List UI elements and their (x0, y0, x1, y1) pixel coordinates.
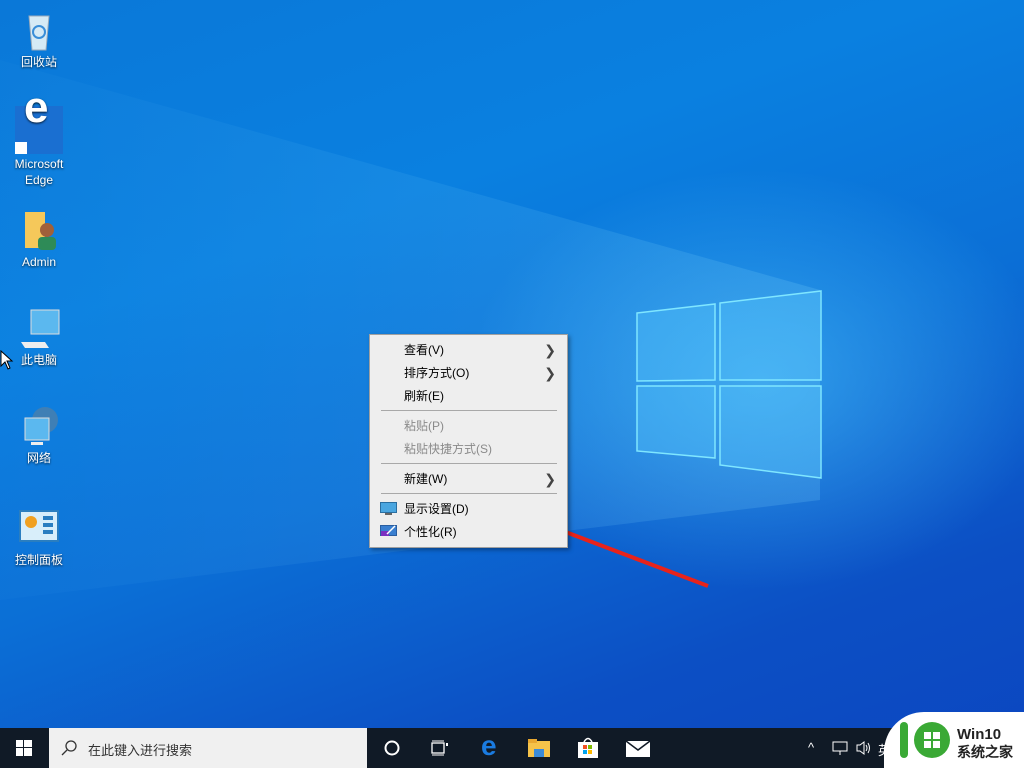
search-placeholder: 在此键入进行搜索 (88, 743, 193, 758)
desktop-icon-label: 此电脑 (20, 353, 57, 367)
menu-item-paste[interactable]: 粘贴(P) (371, 415, 566, 437)
desktop-icon-label: 控制面板 (14, 553, 63, 567)
file-explorer-icon (528, 739, 550, 757)
desktop-icon-label: Edge (24, 173, 54, 187)
desktop-icon-network[interactable]: 网络 (4, 404, 74, 466)
menu-separator (381, 493, 557, 494)
taskbar-mail-button[interactable] (614, 728, 662, 768)
search-icon (61, 740, 77, 756)
watermark-subtitle: 系统之家 (957, 744, 1013, 760)
cortana-button[interactable] (368, 728, 416, 768)
menu-separator (381, 410, 557, 411)
display-icon (380, 502, 397, 515)
control-panel-icon (17, 506, 61, 550)
volume-tray-icon[interactable] (856, 740, 872, 756)
menu-item-sort-by[interactable]: 排序方式(O) ❯ (371, 362, 566, 384)
menu-item-display-settings[interactable]: 显示设置(D) (371, 498, 566, 520)
menu-item-personalize[interactable]: 个性化(R) (371, 521, 566, 543)
chevron-right-icon: ❯ (544, 342, 556, 358)
desktop-icon-admin[interactable]: Admin (4, 208, 74, 270)
this-pc-icon (17, 306, 61, 350)
menu-item-view[interactable]: 查看(V) ❯ (371, 339, 566, 361)
windows-start-icon (16, 740, 32, 756)
taskbar-edge-button[interactable]: e (466, 728, 514, 768)
desktop-context-menu: 查看(V) ❯ 排序方式(O) ❯ 刷新(E) 粘贴(P) 粘贴快捷方式(S) … (369, 334, 568, 548)
task-view-icon (431, 740, 448, 756)
menu-item-new[interactable]: 新建(W) ❯ (371, 468, 566, 490)
menu-item-paste-shortcut[interactable]: 粘贴快捷方式(S) (371, 438, 566, 460)
edge-icon: e (15, 86, 63, 154)
desktop-icon-label: Admin (21, 255, 56, 269)
network-tray-icon[interactable] (832, 740, 848, 756)
desktop-icon-label: Microsoft (14, 157, 64, 171)
personalize-icon (380, 525, 397, 536)
mouse-cursor-icon (0, 350, 14, 370)
taskbar-store-button[interactable] (564, 728, 612, 768)
menu-item-refresh[interactable]: 刷新(E) (371, 385, 566, 407)
task-view-button[interactable] (416, 728, 464, 768)
chevron-right-icon: ❯ (544, 365, 556, 381)
windows-logo-wallpaper (636, 290, 822, 479)
desktop-icon-control-panel[interactable]: 控制面板 (4, 506, 74, 568)
start-button[interactable] (0, 728, 48, 768)
desktop-icon-label: 网络 (26, 451, 51, 465)
recycle-bin-icon (17, 8, 61, 52)
network-icon (17, 404, 61, 448)
user-folder-icon (17, 208, 61, 252)
cortana-circle-icon (384, 740, 400, 756)
taskbar: 在此键入进行搜索 e ^ 英 (0, 728, 1024, 768)
taskbar-file-explorer-button[interactable] (515, 728, 563, 768)
edge-icon: e (481, 730, 497, 761)
menu-separator (381, 463, 557, 464)
watermark-title: Win10 (957, 726, 1002, 743)
tray-chevron-up-icon[interactable]: ^ (808, 740, 814, 755)
taskbar-search-box[interactable]: 在此键入进行搜索 (49, 728, 367, 768)
desktop-icon-label: 回收站 (20, 55, 57, 69)
chevron-right-icon: ❯ (544, 471, 556, 487)
store-icon (578, 737, 598, 758)
mail-icon (626, 741, 650, 757)
desktop-icon-edge[interactable]: e Microsoft Edge (4, 86, 74, 188)
desktop-icon-this-pc[interactable]: 此电脑 (4, 306, 74, 368)
win10-logo-icon (900, 722, 950, 758)
win10-watermark: Win10 系统之家 (884, 712, 1024, 768)
desktop-icon-recycle-bin[interactable]: 回收站 (4, 8, 74, 70)
